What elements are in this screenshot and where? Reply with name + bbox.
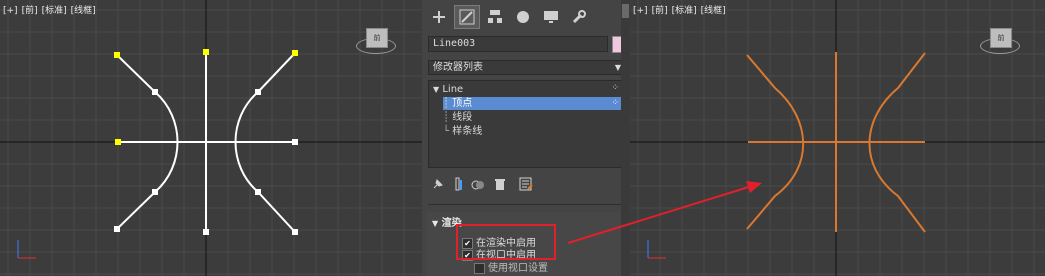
object-name-field[interactable]: Line003	[428, 36, 608, 52]
viewport-front-left[interactable]: [+] [前] [标准] [线框] 前	[0, 0, 422, 276]
viewport-menu-plus[interactable]: [+]	[633, 6, 648, 16]
viewport-label[interactable]: [+] [前] [标准] [线框]	[633, 3, 730, 16]
stack-item-vertex-label: 顶点	[452, 98, 473, 109]
stack-item-spline[interactable]: └ 样条线	[443, 125, 482, 138]
stack-item-line[interactable]: ▼ Line	[433, 83, 463, 96]
show-end-result-icon[interactable]	[450, 176, 466, 192]
stack-item-segment-label: 线段	[452, 112, 473, 123]
axis-tripod	[647, 240, 666, 259]
rollout-collapse-icon[interactable]: ▼	[432, 219, 438, 228]
modifier-list-dropdown[interactable]: 修改器列表 ▼	[428, 60, 626, 75]
make-unique-icon[interactable]	[470, 176, 486, 192]
viewcube[interactable]: 前	[356, 26, 396, 56]
pin-stack-icon[interactable]	[430, 176, 446, 192]
stack-item-spline-label: 样条线	[452, 126, 483, 137]
modify-tab-icon[interactable]	[454, 5, 480, 29]
modifier-list-label: 修改器列表	[433, 62, 483, 73]
checkbox-label: 使用视口设置	[488, 263, 548, 274]
panel-scrollbar-thumb[interactable]	[622, 4, 629, 18]
viewport-view-label[interactable]: [前]	[22, 6, 38, 16]
viewport-label[interactable]: [+] [前] [标准] [线框]	[3, 3, 100, 16]
configure-modifier-sets-icon[interactable]	[518, 176, 534, 192]
collapse-triangle-icon[interactable]: ▼	[433, 85, 439, 94]
hierarchy-tab-icon[interactable]	[482, 5, 508, 29]
rendered-spline[interactable]	[746, 52, 926, 233]
viewport-menu-plus[interactable]: [+]	[3, 6, 18, 16]
annotation-highlight-box	[456, 224, 556, 260]
vertex-dots-icon: ⁘	[611, 98, 619, 108]
create-tab-plus-icon[interactable]	[426, 5, 452, 29]
utilities-tab-wrench-icon[interactable]	[566, 5, 592, 29]
panel-separator	[428, 204, 626, 205]
stack-toolbar	[430, 176, 620, 194]
stack-item-vertex[interactable]: ┊ 顶点 ⁘	[443, 97, 623, 110]
stack-item-segment[interactable]: ┊ 线段	[443, 111, 472, 124]
viewport-wireframe-label[interactable]: [线框]	[71, 6, 96, 16]
viewport-wireframe-label[interactable]: [线框]	[701, 6, 726, 16]
viewcube-face[interactable]: 前	[366, 28, 388, 48]
use-viewport-settings-checkbox[interactable]: 使用视口设置	[474, 259, 548, 274]
viewcube[interactable]: 前	[980, 26, 1020, 56]
viewcube-face[interactable]: 前	[990, 28, 1012, 48]
spline-shape[interactable]	[116, 52, 296, 233]
motion-tab-icon[interactable]	[510, 5, 536, 29]
remove-modifier-trash-icon[interactable]	[492, 176, 508, 192]
viewport-shading-standard[interactable]: [标准]	[42, 6, 67, 16]
stack-root-label: Line	[442, 84, 464, 95]
panel-scrollbar[interactable]	[621, 0, 630, 276]
stack-dots-icon: ⁘	[611, 83, 619, 93]
checkbox-empty-icon[interactable]	[474, 262, 485, 274]
viewport-front-right[interactable]: [+] [前] [标准] [线框] 前	[630, 0, 1045, 276]
axis-tripod	[17, 240, 36, 259]
viewport-view-label[interactable]: [前]	[652, 6, 668, 16]
viewport-shading-standard[interactable]: [标准]	[672, 6, 697, 16]
command-panel-tabs	[426, 5, 622, 31]
modifier-stack[interactable]: ▼ Line ⁘ ┊ 顶点 ⁘ ┊ 线段 └ 样条线	[428, 80, 626, 168]
display-tab-icon[interactable]	[538, 5, 564, 29]
